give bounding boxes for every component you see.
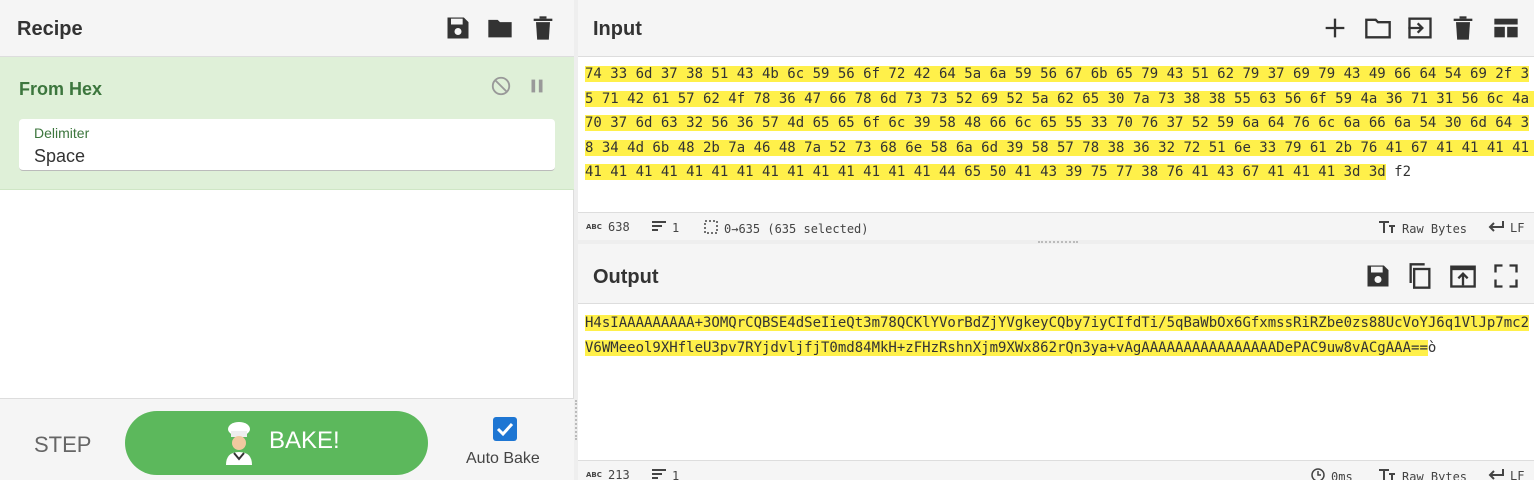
bake-controls: STEP BAKE! Auto Bake xyxy=(0,398,574,480)
return-icon xyxy=(1488,468,1504,480)
svg-text:ABC: ABC xyxy=(586,223,602,231)
copy-icon[interactable] xyxy=(1406,262,1434,290)
save-icon[interactable] xyxy=(444,14,472,42)
input-lines: 1 xyxy=(652,220,679,235)
input-textarea[interactable]: 74 33 6d 37 38 51 43 4b 6c 59 56 6f 72 4… xyxy=(585,62,1534,185)
bake-button[interactable]: BAKE! xyxy=(125,411,428,475)
step-button[interactable]: STEP xyxy=(34,432,91,458)
disable-icon[interactable] xyxy=(490,75,512,97)
input-eol[interactable]: LF xyxy=(1488,220,1524,235)
auto-bake-label: Auto Bake xyxy=(466,450,540,467)
bake-label: BAKE! xyxy=(269,427,340,454)
input-selection: 0→635 (635 selected) xyxy=(704,220,869,237)
output-eol[interactable]: LF xyxy=(1488,468,1524,480)
input-title: Input xyxy=(593,18,642,40)
output-title: Output xyxy=(593,266,659,288)
trash-icon[interactable] xyxy=(1449,14,1477,42)
delimiter-value[interactable]: Space xyxy=(34,146,514,167)
recipe-panel: Recipe From Hex Delimiter Space STEP BAK… xyxy=(0,0,574,480)
input-panel: Input 74 33 6d 37 38 51 43 4b 6c 59 56 6… xyxy=(578,0,1534,240)
recipe-header: Recipe xyxy=(0,0,574,57)
column-resize-handle[interactable] xyxy=(575,400,577,440)
auto-bake-checkbox[interactable] xyxy=(493,417,517,441)
lines-icon xyxy=(652,220,666,235)
return-icon xyxy=(1488,220,1504,235)
delimiter-label: Delimiter xyxy=(34,125,90,141)
chef-icon xyxy=(221,421,257,465)
text-encoding-icon xyxy=(1378,220,1396,237)
delimiter-field[interactable]: Delimiter Space xyxy=(19,119,555,171)
output-header: Output xyxy=(578,244,1534,304)
replace-input-icon[interactable] xyxy=(1449,262,1477,290)
output-selected-text: H4sIAAAAAAAAA+3OMQrCQBSE4dSeIieQt3m78QCK… xyxy=(585,315,1530,356)
maximize-icon[interactable] xyxy=(1492,262,1520,290)
output-unselected-text: ò xyxy=(1427,339,1437,356)
input-status-bar: ABC 638 1 0→635 (635 selected) Raw Bytes… xyxy=(578,212,1534,240)
plus-icon[interactable] xyxy=(1321,14,1349,42)
import-icon[interactable] xyxy=(1406,14,1434,42)
input-encoding[interactable]: Raw Bytes xyxy=(1378,220,1467,237)
length-icon: ABC xyxy=(586,220,602,234)
text-encoding-icon xyxy=(1378,468,1396,480)
input-header: Input xyxy=(578,0,1534,57)
length-icon: ABC xyxy=(586,468,602,480)
folder-icon[interactable] xyxy=(486,14,514,42)
output-time: 0ms xyxy=(1311,468,1353,480)
output-panel: Output H4sIAAAAAAAAA+3OMQrCQBSE4dSeIieQt… xyxy=(578,244,1534,480)
layout-icon[interactable] xyxy=(1492,14,1520,42)
output-lines: 1 xyxy=(652,468,679,480)
svg-text:ABC: ABC xyxy=(586,471,602,479)
pane-resize-handle[interactable] xyxy=(1038,241,1078,243)
input-unselected-text: f2 xyxy=(1385,164,1412,181)
lines-icon xyxy=(652,468,666,480)
input-length: ABC 638 xyxy=(586,220,630,234)
save-icon[interactable] xyxy=(1364,262,1392,290)
output-status-bar: ABC 213 1 0ms Raw Bytes LF xyxy=(578,460,1534,480)
folder-icon[interactable] xyxy=(1364,14,1392,42)
pause-icon[interactable] xyxy=(526,75,548,97)
trash-icon[interactable] xyxy=(529,14,557,42)
output-textarea[interactable]: H4sIAAAAAAAAA+3OMQrCQBSE4dSeIieQt3m78QCK… xyxy=(585,311,1530,360)
operation-from-hex[interactable]: From Hex Delimiter Space xyxy=(0,57,574,190)
selection-icon xyxy=(704,220,718,237)
clock-icon xyxy=(1311,468,1325,480)
output-encoding[interactable]: Raw Bytes xyxy=(1378,468,1467,480)
operation-title: From Hex xyxy=(19,79,103,99)
output-length: ABC 213 xyxy=(586,468,630,480)
recipe-title: Recipe xyxy=(17,18,83,40)
